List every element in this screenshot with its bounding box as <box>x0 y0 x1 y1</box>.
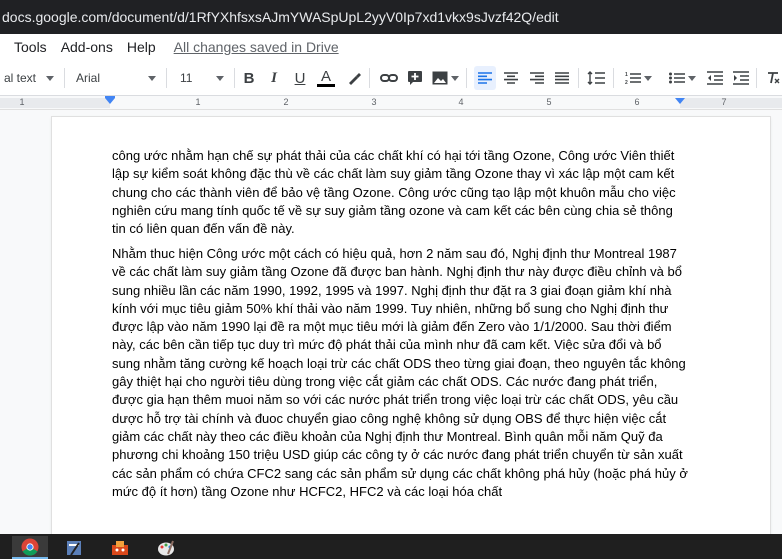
paragraph[interactable]: Nhằm thuc hiện Công ước một cách có hiệu… <box>112 245 690 501</box>
ruler-number: 3 <box>371 97 377 107</box>
text-color-icon: A <box>320 67 331 85</box>
horizontal-ruler[interactable]: 1 1 2 3 4 5 6 7 <box>0 96 782 110</box>
url-text: docs.google.com/document/d/1RfYXhfsxsAJm… <box>2 9 559 25</box>
bold-icon: B <box>243 69 255 87</box>
style-value: al text <box>4 71 37 85</box>
ruler-number: 2 <box>283 97 289 107</box>
ruler-number: 7 <box>721 97 727 107</box>
formatting-toolbar: al text Arial 11 B I U A 1 2 <box>0 60 782 96</box>
increase-indent-button[interactable] <box>730 66 752 90</box>
taskbar <box>0 534 782 559</box>
ruler-left-margin <box>0 98 110 108</box>
menu-bar: Tools Add-ons Help All changes saved in … <box>0 34 782 60</box>
font-size-value: 11 <box>180 71 193 85</box>
divider <box>369 68 370 88</box>
text-color-button[interactable]: A <box>315 66 337 90</box>
insert-comment-button[interactable] <box>404 66 426 90</box>
numbered-list-button[interactable]: 12 <box>620 66 656 90</box>
italic-icon: I <box>271 69 277 86</box>
increase-indent-icon <box>733 71 749 85</box>
align-right-button[interactable] <box>526 66 548 90</box>
numbered-list-icon: 12 <box>625 72 641 85</box>
align-left-icon <box>478 72 492 84</box>
font-value: Arial <box>76 71 101 85</box>
left-indent-marker[interactable] <box>105 98 115 104</box>
font-select[interactable]: Arial <box>72 66 160 90</box>
line-spacing-icon <box>587 71 605 85</box>
game-icon <box>112 540 128 555</box>
bulleted-list-button[interactable] <box>664 66 700 90</box>
link-icon <box>380 74 398 82</box>
right-indent-marker[interactable] <box>675 98 685 104</box>
chevron-down-icon <box>643 75 652 81</box>
taskbar-game-app[interactable] <box>102 536 138 559</box>
chrome-icon <box>21 538 39 556</box>
chevron-down-icon <box>148 75 156 81</box>
ruler-number: 6 <box>634 97 640 107</box>
add-comment-icon <box>408 71 422 85</box>
justify-icon <box>555 72 569 84</box>
decrease-indent-icon <box>707 71 723 85</box>
document-canvas: công ước nhằm hạn chế sự phát thải của c… <box>0 110 782 534</box>
svg-text:1: 1 <box>625 72 628 78</box>
svg-text:2: 2 <box>625 80 628 85</box>
underline-icon: U <box>294 69 306 87</box>
highlight-button[interactable] <box>343 66 365 90</box>
image-icon <box>432 71 447 85</box>
clear-formatting-button[interactable] <box>762 66 782 90</box>
bulleted-list-icon <box>668 72 685 84</box>
menu-help[interactable]: Help <box>127 39 156 55</box>
saved-status-link[interactable]: All changes saved in Drive <box>174 39 339 55</box>
taskbar-chrome[interactable] <box>12 536 48 559</box>
divider <box>756 68 757 88</box>
clear-formatting-icon <box>768 72 780 84</box>
divider <box>466 68 467 88</box>
paint-palette-icon <box>158 540 174 555</box>
address-bar[interactable]: docs.google.com/document/d/1RfYXhfsxsAJm… <box>0 0 782 34</box>
ruler-number: 1 <box>19 97 25 107</box>
menu-tools[interactable]: Tools <box>14 39 47 55</box>
taskbar-paint-app[interactable] <box>148 536 184 559</box>
ruler-number: 5 <box>546 97 552 107</box>
align-center-icon <box>504 72 518 84</box>
paragraph[interactable]: công ước nhằm hạn chế sự phát thải của c… <box>112 147 690 238</box>
decrease-indent-button[interactable] <box>704 66 726 90</box>
divider <box>234 68 235 88</box>
chevron-down-icon <box>216 75 224 81</box>
bold-button[interactable]: B <box>238 66 260 90</box>
document-editor-icon <box>67 540 81 556</box>
highlighter-icon <box>349 73 361 85</box>
ruler-right-margin <box>680 98 782 108</box>
italic-button[interactable]: I <box>263 66 285 90</box>
ruler-number: 1 <box>195 97 201 107</box>
divider <box>166 68 167 88</box>
justify-button[interactable] <box>551 66 573 90</box>
divider <box>578 68 579 88</box>
divider <box>64 68 65 88</box>
divider <box>613 68 614 88</box>
insert-image-button[interactable] <box>430 66 460 90</box>
underline-button[interactable]: U <box>289 66 311 90</box>
chevron-down-icon <box>450 75 459 81</box>
align-left-button[interactable] <box>474 66 496 90</box>
chevron-down-icon <box>46 75 54 81</box>
document-page[interactable]: công ước nhằm hạn chế sự phát thải của c… <box>52 117 770 534</box>
style-select[interactable]: al text <box>0 66 58 90</box>
taskbar-editor-app[interactable] <box>56 536 92 559</box>
line-spacing-button[interactable] <box>585 66 607 90</box>
chevron-down-icon <box>687 75 696 81</box>
insert-link-button[interactable] <box>378 66 400 90</box>
font-size-select[interactable]: 11 <box>176 66 228 90</box>
ruler-number: 4 <box>458 97 464 107</box>
align-center-button[interactable] <box>500 66 522 90</box>
align-right-icon <box>530 72 544 84</box>
menu-add-ons[interactable]: Add-ons <box>61 39 113 55</box>
text-color-swatch <box>317 83 335 87</box>
